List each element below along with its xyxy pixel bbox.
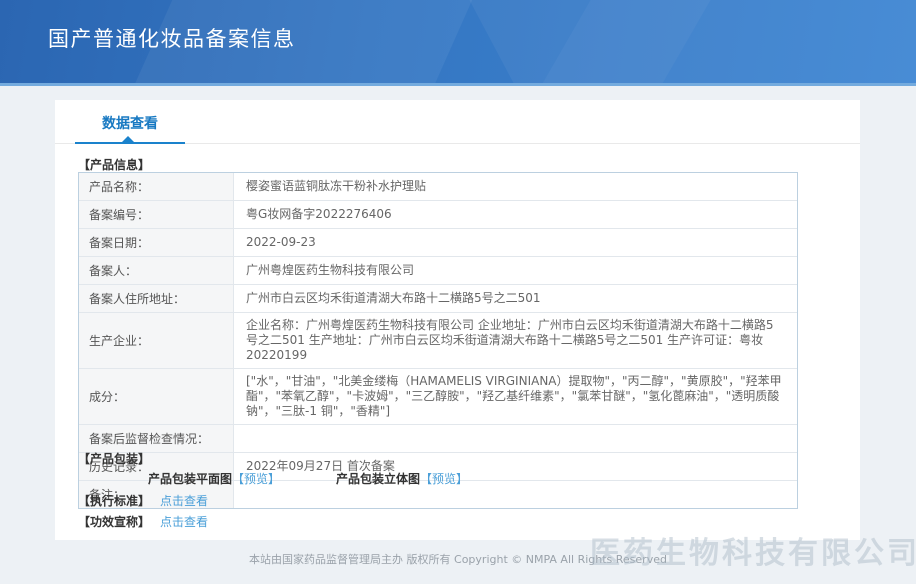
row-manufacturer: 生产企业： 企业名称：广州粤煌医药生物科技有限公司 企业地址：广州市白云区均禾街…	[79, 313, 797, 369]
tab-bar: 数据查看	[55, 100, 860, 144]
field-value: 广州市白云区均禾街道清湖大布路十二横路5号之二501	[246, 291, 541, 305]
field-label: 备案人住所地址：	[79, 285, 234, 312]
field-value	[234, 425, 797, 452]
field-label: 产品名称：	[79, 173, 234, 200]
field-value: 粤G妆网备字2022276406	[246, 207, 392, 221]
row-record-number: 备案编号： 粤G妆网备字2022276406	[79, 201, 797, 229]
row-record-date: 备案日期： 2022-09-23	[79, 229, 797, 257]
page-header: 国产普通化妆品备案信息	[0, 0, 916, 86]
field-label: 备案后监督检查情况：	[79, 425, 234, 452]
package-flat-label: 产品包装平面图	[148, 472, 233, 486]
exec-standard-view-link[interactable]: 点击查看	[160, 492, 208, 509]
field-value: ["水"，"甘油"，"北美金缕梅（HAMAMELIS VIRGINIANA）提取…	[246, 374, 782, 418]
page-title: 国产普通化妆品备案信息	[48, 27, 296, 51]
field-label: 成分：	[79, 369, 234, 424]
section-product-package: 【产品包装】	[78, 452, 151, 466]
efficacy-claim-line: 【功效宣称】 点击查看	[78, 513, 208, 530]
field-label: 备案日期：	[79, 229, 234, 256]
row-registrant-address: 备案人住所地址： 广州市白云区均禾街道清湖大布路十二横路5号之二501	[79, 285, 797, 313]
row-registrant: 备案人： 广州粤煌医药生物科技有限公司	[79, 257, 797, 285]
efficacy-claim-label: 【功效宣称】	[78, 515, 151, 529]
row-ingredients: 成分： ["水"，"甘油"，"北美金缕梅（HAMAMELIS VIRGINIAN…	[79, 369, 797, 425]
package-stereo-preview-link[interactable]: 【预览】	[420, 470, 468, 487]
field-label: 生产企业：	[79, 313, 234, 368]
exec-standard-line: 【执行标准】 点击查看	[78, 492, 208, 509]
tab-data-view[interactable]: 数据查看	[75, 113, 185, 133]
content-card: 数据查看 【产品信息】 产品名称： 樱姿蜜语蓝铜肽冻干粉补水护理贴 备案编号： …	[55, 100, 860, 540]
package-preview-line: 产品包装平面图 【预览】 产品包装立体图 【预览】	[148, 470, 468, 487]
field-label: 备案人：	[79, 257, 234, 284]
exec-standard-label: 【执行标准】	[78, 494, 151, 508]
field-value: 樱姿蜜语蓝铜肽冻干粉补水护理贴	[246, 179, 427, 193]
tab-active-underline	[75, 142, 185, 144]
section-product-info: 【产品信息】	[78, 158, 151, 172]
field-value: 广州粤煌医药生物科技有限公司	[246, 263, 415, 277]
product-info-table: 产品名称： 樱姿蜜语蓝铜肽冻干粉补水护理贴 备案编号： 粤G妆网备字202227…	[78, 172, 798, 509]
field-value: 企业名称：广州粤煌医药生物科技有限公司 企业地址：广州市白云区均禾街道清湖大布路…	[246, 318, 774, 362]
tab-active-caret-icon	[122, 136, 134, 142]
row-product-name: 产品名称： 樱姿蜜语蓝铜肽冻干粉补水护理贴	[79, 173, 797, 201]
package-flat-preview-link[interactable]: 【预览】	[232, 470, 280, 487]
package-stereo-label: 产品包装立体图	[336, 472, 421, 486]
footer-copyright: 本站由国家药品监督管理局主办 版权所有 Copyright © NMPA All…	[249, 553, 667, 566]
efficacy-claim-view-link[interactable]: 点击查看	[160, 513, 208, 530]
field-value: 2022-09-23	[246, 235, 316, 249]
row-post-record-inspection: 备案后监督检查情况：	[79, 425, 797, 453]
field-label: 备案编号：	[79, 201, 234, 228]
